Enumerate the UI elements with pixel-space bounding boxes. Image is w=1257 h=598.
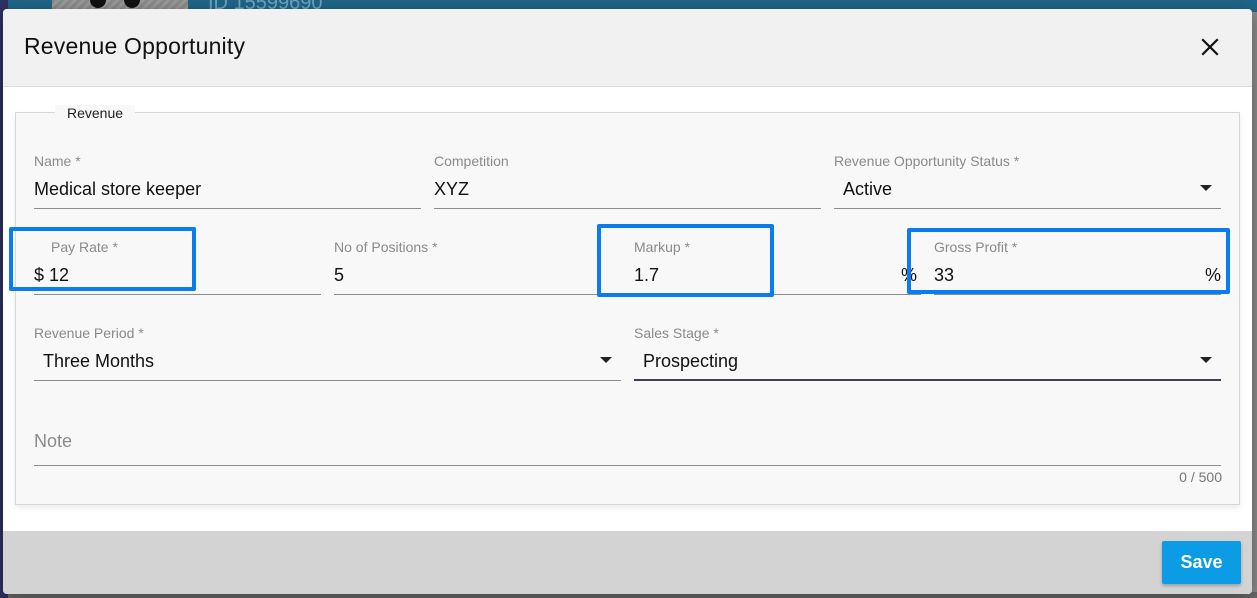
- background-content-edge: [1252, 12, 1257, 598]
- close-button[interactable]: [1198, 35, 1222, 59]
- revenue-period-underline: [34, 380, 621, 381]
- close-icon: [1201, 38, 1219, 56]
- positions-label: No of Positions *: [334, 239, 438, 255]
- dialog-footer: Save: [3, 531, 1252, 594]
- section-legend-revenue: Revenue: [55, 105, 136, 121]
- pay-rate-field[interactable]: Pay Rate * $ 12: [34, 239, 321, 295]
- note-character-counter: 0 / 500: [1179, 469, 1222, 485]
- positions-input[interactable]: 5: [334, 265, 344, 286]
- revenue-period-select[interactable]: Revenue Period * Three Months: [34, 325, 621, 381]
- sales-stage-value: Prospecting: [643, 351, 739, 371]
- name-input[interactable]: Medical store keeper: [34, 179, 201, 200]
- note-underline: [34, 465, 1221, 466]
- revenue-period-label: Revenue Period *: [34, 325, 144, 341]
- sales-stage-select[interactable]: Sales Stage * Prospecting: [634, 325, 1221, 381]
- dialog-title: Revenue Opportunity: [24, 33, 246, 59]
- note-field[interactable]: Note: [34, 431, 1221, 471]
- dialog-body: Revenue Name * Medical store keeper Comp…: [3, 88, 1252, 531]
- competition-input[interactable]: XYZ: [434, 179, 469, 200]
- pay-rate-input[interactable]: $ 12: [34, 265, 69, 286]
- gross-profit-percent-suffix: %: [1204, 265, 1221, 285]
- name-underline: [34, 208, 421, 209]
- revenue-opportunity-dialog: Revenue Opportunity Revenue Name * Medic…: [3, 9, 1252, 594]
- markup-field[interactable]: Markup * 1.7 %: [634, 239, 921, 287]
- pay-rate-underline: [34, 294, 321, 295]
- competition-underline: [434, 208, 821, 209]
- status-underline: [834, 208, 1221, 209]
- name-field[interactable]: Name * Medical store keeper: [34, 153, 421, 209]
- markup-label: Markup *: [634, 239, 691, 255]
- chevron-down-icon[interactable]: [1200, 357, 1212, 363]
- status-select[interactable]: Revenue Opportunity Status * Active: [834, 153, 1221, 209]
- revenue-section: Name * Medical store keeper Competition …: [15, 112, 1240, 505]
- competition-label: Competition: [434, 153, 509, 169]
- gross-profit-input[interactable]: 33: [934, 265, 954, 286]
- gross-profit-underline: [934, 294, 1221, 295]
- note-input[interactable]: Note: [34, 431, 72, 452]
- revenue-period-value: Three Months: [43, 351, 155, 371]
- dialog-header: Revenue Opportunity: [3, 9, 1252, 87]
- pay-rate-label: Pay Rate *: [51, 239, 118, 255]
- chevron-down-icon[interactable]: [600, 357, 612, 363]
- status-value: Active: [843, 179, 893, 199]
- chevron-down-icon[interactable]: [1200, 185, 1212, 191]
- sales-stage-underline: [634, 379, 1221, 381]
- gross-profit-label: Gross Profit *: [934, 239, 1018, 255]
- competition-field[interactable]: Competition XYZ: [434, 153, 821, 209]
- name-label: Name *: [34, 153, 81, 169]
- save-button[interactable]: Save: [1162, 541, 1241, 584]
- positions-underline: [334, 294, 921, 295]
- sales-stage-label: Sales Stage *: [634, 325, 719, 341]
- markup-percent-suffix: %: [901, 265, 918, 285]
- gross-profit-field[interactable]: Gross Profit * 33 %: [934, 239, 1221, 295]
- status-label: Revenue Opportunity Status *: [834, 153, 1020, 169]
- markup-input[interactable]: 1.7: [634, 265, 659, 286]
